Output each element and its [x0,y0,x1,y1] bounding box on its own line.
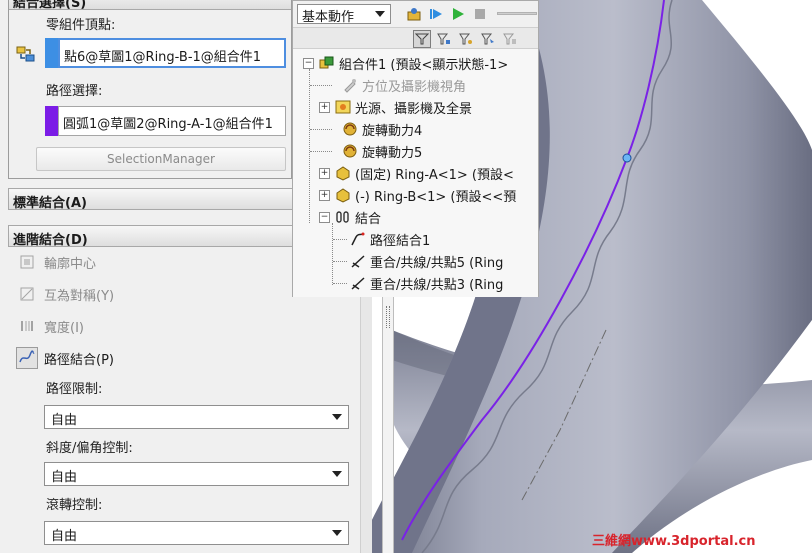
tree-item-label: 旋轉動力4 [362,123,423,139]
path-mate-icon [349,230,367,248]
tree-item-label: (-) Ring-B<1> (預設<<預 [355,189,517,205]
rotary-motor-icon [341,120,359,138]
tree-connector [309,69,310,223]
splitter-grip[interactable] [386,306,390,328]
tree-mate-label: 重合/共線/共點3 (Ring [370,277,504,293]
pitch-yaw-label: 斜度/偏角控制: [46,441,133,456]
filter-icon[interactable] [413,30,431,48]
profile-center-option[interactable]: 輪廓中心 [16,250,96,274]
tree-root-label: 組合件1 (預設<顯示狀態-1> [339,57,509,73]
tree-item-label: 光源、攝影機及全景 [355,101,473,117]
tree-root-assembly[interactable]: − 組合件1 (預設<顯示狀態-1> [303,53,508,73]
symmetric-option[interactable]: 互為對稱(Y) [16,282,114,306]
tree-mate-label: 重合/共線/共點5 (Ring [370,255,504,271]
tree-item-label: (固定) Ring-A<1> (預設< [355,167,514,183]
feature-tree-flyout: 基本動作 − 組合件1 (預設<顯示狀態-1> 方位及攝影機視角 + 光源、攝影… [292,0,539,297]
motion-study-dropdown[interactable]: 基本動作 [297,4,391,25]
collapse-toggle[interactable]: − [303,57,314,69]
rotary-motor-icon [341,142,359,160]
expand-toggle[interactable]: + [319,189,330,201]
playback-slider[interactable] [497,12,537,15]
tree-item-camera[interactable]: 方位及攝影機視角 [326,75,466,95]
filter-animated-icon[interactable] [435,30,453,48]
tree-connector-h [333,261,347,262]
path-mate-option[interactable]: 路徑結合(P) [16,346,114,370]
filter-results-icon[interactable] [501,30,519,48]
tree-mate-coincident-5[interactable]: 重合/共線/共點5 (Ring [349,251,503,271]
component-vertex-label: 零組件頂點: [46,18,116,33]
pitch-yaw-select[interactable]: 自由 [44,462,349,486]
width-icon [16,315,38,337]
path-mate-label: 路徑結合(P) [44,352,114,368]
component-vertex-field[interactable]: 點6@草圖1@Ring-B-1@組合件1 [58,38,286,68]
site-watermark: 三維網www.3dportal.cn [592,534,756,549]
path-constraint-label: 路徑限制: [46,382,103,397]
path-constraint-select[interactable]: 自由 [44,405,349,429]
path-constraint-value: 自由 [51,413,78,428]
filter-driving-icon[interactable] [457,30,475,48]
selection-manager-button[interactable]: SelectionManager [36,147,286,171]
path-selection-label: 路徑選擇: [46,84,103,99]
tree-body: − 組合件1 (預設<顯示狀態-1> 方位及攝影機視角 + 光源、攝影機及全景 [293,49,538,297]
tree-item-lights[interactable]: + 光源、攝影機及全景 [319,97,472,117]
tree-item-label: 方位及攝影機視角 [362,79,467,95]
part-icon [334,164,352,182]
filter-selected-icon[interactable] [479,30,497,48]
stop-icon[interactable] [471,5,489,23]
component-vertex-point [622,153,632,163]
play-from-start-icon[interactable] [427,5,445,23]
expand-toggle[interactable]: + [319,101,330,113]
symmetric-label: 互為對稱(Y) [44,288,115,304]
coincident-icon [349,274,367,292]
pitch-yaw-value: 自由 [51,470,78,485]
expand-toggle[interactable]: + [319,167,330,179]
tree-mate-path[interactable]: 路徑結合1 [349,229,430,249]
roll-control-select[interactable]: 自由 [44,521,349,545]
chevron-down-icon [332,471,342,477]
chevron-down-icon [332,530,342,536]
play-icon[interactable] [449,5,467,23]
component-vertex-color-swatch [45,38,58,68]
camera-icon [341,76,359,94]
tree-item-ring-b[interactable]: + (-) Ring-B<1> (預設<<預 [319,185,516,205]
tree-item-label: 旋轉動力5 [362,145,423,161]
tree-item-mates[interactable]: − 結合 [319,207,381,227]
roll-control-value: 自由 [51,529,78,544]
tree-connector-h [333,283,347,284]
chevron-down-icon [332,414,342,420]
motion-toolbar: 基本動作 [293,1,538,27]
symmetric-icon [16,283,38,305]
profile-center-label: 輪廓中心 [44,256,97,272]
tree-item-label: 結合 [355,211,382,227]
viewport-splitter[interactable] [382,296,394,553]
lights-icon [334,98,352,116]
tree-mate-label: 路徑結合1 [370,233,431,249]
part-icon [334,186,352,204]
path-selection-field[interactable]: 圓弧1@草圖2@Ring-A-1@組合件1 [58,106,286,136]
chevron-down-icon [375,11,385,17]
tree-connector-h [333,239,347,240]
mates-folder-icon [334,208,352,226]
path-selection-color-swatch [45,106,58,136]
calculate-icon[interactable] [405,5,423,23]
selection-icon [16,44,36,64]
width-label: 寬度(I) [44,320,84,336]
roll-control-label: 滾轉控制: [46,498,103,513]
coincident-icon [349,252,367,270]
tree-mate-coincident-3[interactable]: 重合/共線/共點3 (Ring [349,273,503,293]
assembly-icon [318,54,336,72]
profile-center-icon [16,251,38,273]
tree-item-rotary-motor-5[interactable]: 旋轉動力5 [326,141,422,161]
motion-study-value: 基本動作 [302,10,355,25]
path-mate-icon [16,347,38,369]
tree-item-ring-a[interactable]: + (固定) Ring-A<1> (預設< [319,163,514,183]
width-option[interactable]: 寬度(I) [16,314,84,338]
tree-item-rotary-motor-4[interactable]: 旋轉動力4 [326,119,422,139]
tree-connector-mates [332,223,333,285]
tree-filter-bar [293,27,538,49]
collapse-toggle[interactable]: − [319,211,330,223]
